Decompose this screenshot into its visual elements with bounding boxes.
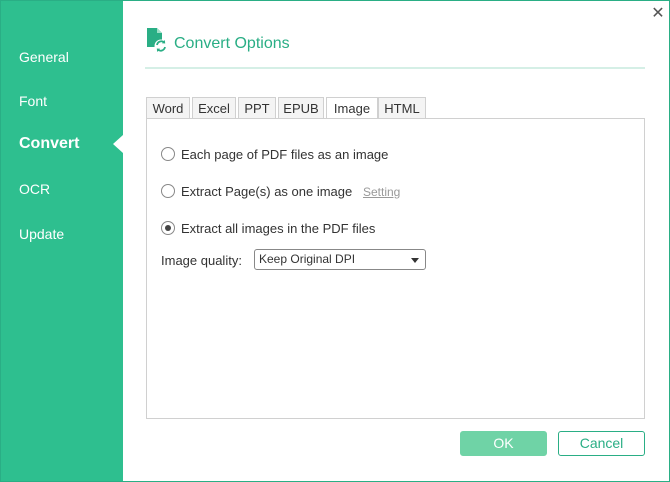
radio-button[interactable] [161,147,175,161]
ok-button[interactable]: OK [460,431,547,456]
close-icon[interactable]: ✕ [649,5,667,23]
sidebar: General Font Convert OCR Update [1,1,123,481]
option-label: Extract Page(s) as one image [181,184,353,199]
sidebar-item-update[interactable]: Update [19,226,64,242]
sidebar-item-general[interactable]: General [19,49,69,65]
radio-button[interactable] [161,184,175,198]
sidebar-item-ocr[interactable]: OCR [19,181,50,197]
pdf-convert-icon [147,28,168,53]
sidebar-item-convert[interactable]: Convert [19,135,79,153]
select-value: Keep Original DPI [259,252,356,266]
setting-link[interactable]: Setting [363,185,400,199]
tab-word[interactable]: Word [146,97,190,119]
tab-epub[interactable]: EPUB [278,97,324,119]
option-label: Extract all images in the PDF files [181,221,376,236]
dropdown-arrow-icon [411,258,419,263]
option-label: Each page of PDF files as an image [181,147,389,162]
cancel-button[interactable]: Cancel [558,431,645,456]
radio-button-selected[interactable] [161,221,175,235]
active-item-pointer [113,135,123,153]
tab-html[interactable]: HTML [378,97,426,119]
tab-excel[interactable]: Excel [192,97,236,119]
convert-options-dialog: General Font Convert OCR Update ✕ Conver… [0,0,670,482]
image-quality-select[interactable]: Keep Original DPI [254,249,426,270]
sidebar-item-font[interactable]: Font [19,93,47,109]
tab-image[interactable]: Image [326,97,378,120]
image-quality-label: Image quality: [161,253,242,268]
tab-ppt[interactable]: PPT [238,97,276,119]
page-header: Convert Options [145,27,645,69]
page-title: Convert Options [174,35,290,52]
